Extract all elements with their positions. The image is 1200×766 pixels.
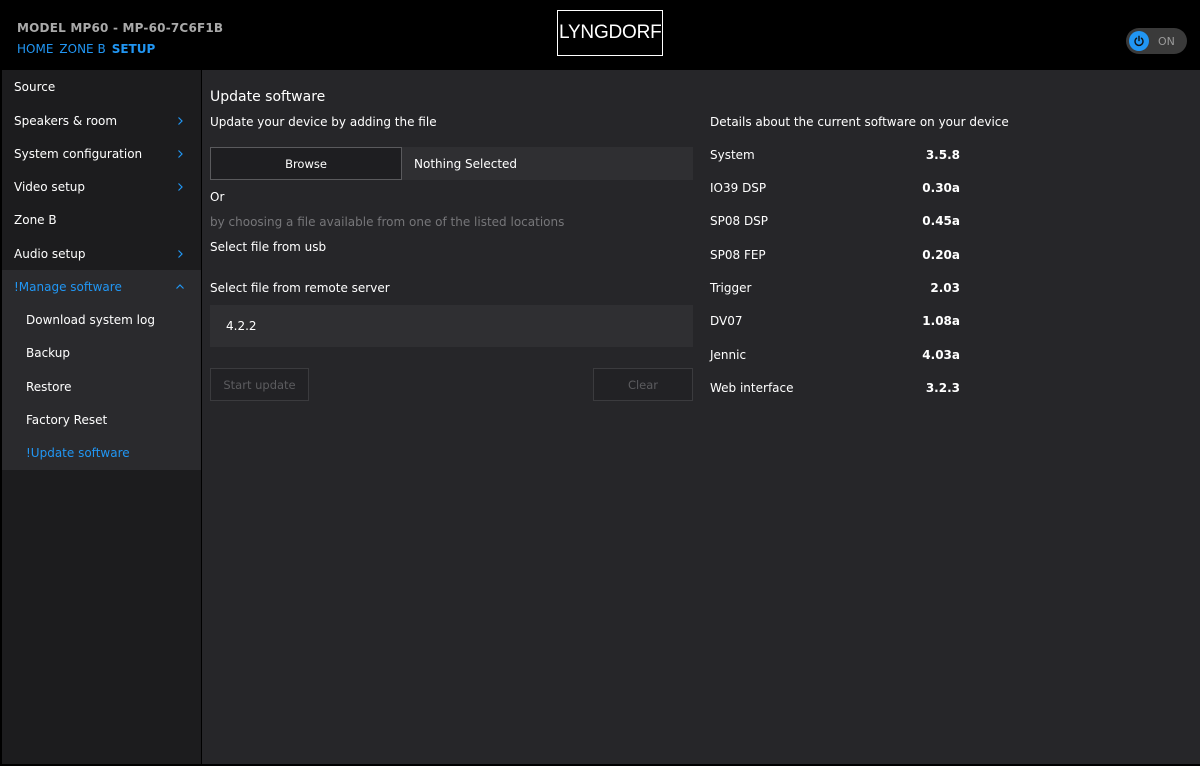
start-update-button[interactable]: Start update: [210, 368, 309, 401]
top-bar: MODEL MP60 - MP-60-7C6F1B HOME ZONE B SE…: [0, 0, 1200, 70]
page-title: Update software: [210, 89, 326, 105]
version-row: SP08 DSP 0.45a: [710, 214, 960, 228]
choose-location-hint: by choosing a file available from one of…: [210, 215, 565, 229]
sidebar-item-system-configuration[interactable]: System configuration: [2, 137, 201, 170]
remote-server-label: Select file from remote server: [210, 281, 390, 295]
chevron-right-icon: [178, 249, 183, 258]
sidebar-item-video-setup[interactable]: Video setup: [2, 170, 201, 203]
sidebar-item-factory-reset[interactable]: Factory Reset: [2, 403, 201, 436]
sidebar-item-speakers-room[interactable]: Speakers & room: [2, 104, 201, 137]
version-row: SP08 FEP 0.20a: [710, 248, 960, 262]
chevron-right-icon: [178, 149, 183, 158]
device-model: MODEL MP60 - MP-60-7C6F1B: [17, 21, 224, 35]
power-icon: [1129, 31, 1149, 51]
sidebar-item-update-software[interactable]: !Update software: [2, 436, 201, 469]
chevron-right-icon: [178, 116, 183, 125]
clear-button[interactable]: Clear: [593, 368, 693, 401]
sidebar: Source Speakers & room System configurat…: [2, 70, 201, 764]
version-row: DV07 1.08a: [710, 314, 960, 328]
sidebar-item-source[interactable]: Source: [2, 70, 201, 103]
usb-file-label: Select file from usb: [210, 240, 327, 254]
or-label: Or: [210, 190, 225, 204]
nav-setup-link[interactable]: SETUP: [112, 42, 156, 56]
add-file-label: Update your device by adding the file: [210, 115, 437, 129]
version-row: Web interface 3.2.3: [710, 381, 960, 395]
selected-file-display: Nothing Selected: [402, 147, 693, 180]
version-row: Trigger 2.03: [710, 281, 960, 295]
chevron-right-icon: [178, 182, 183, 191]
lyngdorf-logo: LYNG DORF: [557, 10, 663, 56]
sidebar-item-manage-software[interactable]: !Manage software: [2, 270, 201, 303]
power-toggle[interactable]: ON: [1126, 28, 1187, 54]
version-row: System 3.5.8: [710, 148, 960, 162]
details-heading: Details about the current software on yo…: [710, 115, 1009, 129]
version-row: Jennic 4.03a: [710, 348, 960, 362]
sidebar-item-audio-setup[interactable]: Audio setup: [2, 237, 201, 270]
breadcrumb: HOME ZONE B SETUP: [17, 42, 155, 56]
main-panel: Update software Update your device by ad…: [202, 70, 1200, 764]
nav-zone-b-link[interactable]: ZONE B: [59, 42, 105, 56]
version-row: IO39 DSP 0.30a: [710, 181, 960, 195]
sidebar-item-download-system-log[interactable]: Download system log: [2, 303, 201, 336]
sidebar-item-restore[interactable]: Restore: [2, 370, 201, 403]
power-label: ON: [1158, 34, 1175, 48]
chevron-up-icon: [176, 283, 184, 289]
sidebar-item-backup[interactable]: Backup: [2, 336, 201, 369]
browse-button[interactable]: Browse: [210, 147, 402, 180]
remote-file-option[interactable]: 4.2.2: [210, 305, 693, 347]
sidebar-item-zone-b[interactable]: Zone B: [2, 203, 201, 236]
nav-home-link[interactable]: HOME: [17, 42, 53, 56]
